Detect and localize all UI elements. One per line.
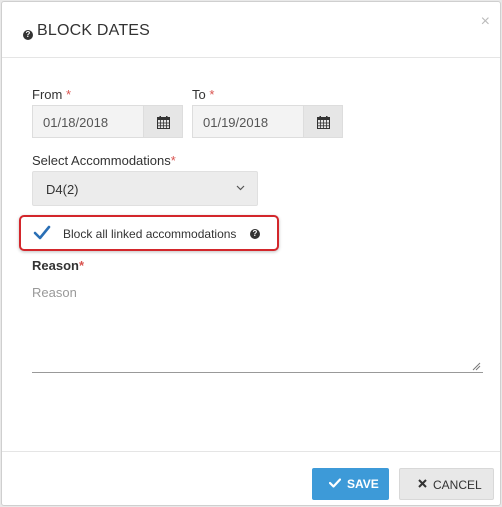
to-label-group: To * [192, 87, 214, 102]
reason-textarea[interactable] [32, 280, 483, 373]
accommodations-select[interactable]: D4(2) [32, 171, 258, 206]
cancel-label: CANCEL [433, 478, 482, 492]
accommodations-label-group: Select Accommodations* [32, 153, 176, 168]
dialog-footer: SAVE CANCEL [2, 451, 500, 507]
to-date-input[interactable]: 01/19/2018 [192, 105, 303, 138]
chevron-down-icon [236, 185, 245, 191]
accommodations-required-mark: * [170, 153, 176, 168]
close-icon[interactable]: × [481, 14, 490, 30]
accommodations-selected-value: D4(2) [46, 182, 79, 197]
from-required-mark: * [65, 87, 72, 102]
reason-required-mark: * [78, 258, 85, 273]
help-icon[interactable]: ? [23, 30, 33, 40]
from-label-group: From * [32, 87, 71, 102]
from-calendar-button[interactable] [143, 105, 183, 138]
dialog-header: ? BLOCK DATES × [2, 2, 500, 58]
calendar-icon [157, 116, 170, 129]
checkmark-icon[interactable] [33, 225, 51, 240]
accommodations-label: Select Accommodations [32, 153, 171, 168]
check-icon [329, 478, 341, 488]
block-dates-dialog: ? BLOCK DATES × From * 01/18/2018 To * 0… [1, 1, 501, 506]
from-date-input[interactable]: 01/18/2018 [32, 105, 143, 138]
to-calendar-button[interactable] [303, 105, 343, 138]
reason-label: Reason [32, 258, 79, 273]
dialog-title: BLOCK DATES [37, 22, 151, 39]
help-icon[interactable]: ? [250, 229, 260, 239]
calendar-icon [317, 116, 330, 129]
resize-grip-icon[interactable] [472, 362, 481, 371]
reason-label-group: Reason* [32, 258, 84, 273]
to-label: To [192, 87, 206, 102]
to-required-mark: * [209, 87, 215, 102]
cancel-button[interactable]: CANCEL [399, 468, 494, 500]
close-icon [418, 479, 427, 488]
linked-accommodations-label[interactable]: Block all linked accommodations [63, 227, 236, 241]
save-button[interactable]: SAVE [312, 468, 389, 500]
from-label: From [32, 87, 63, 102]
save-label: SAVE [347, 477, 379, 491]
linked-accommodations-row: Block all linked accommodations ? [19, 215, 279, 251]
